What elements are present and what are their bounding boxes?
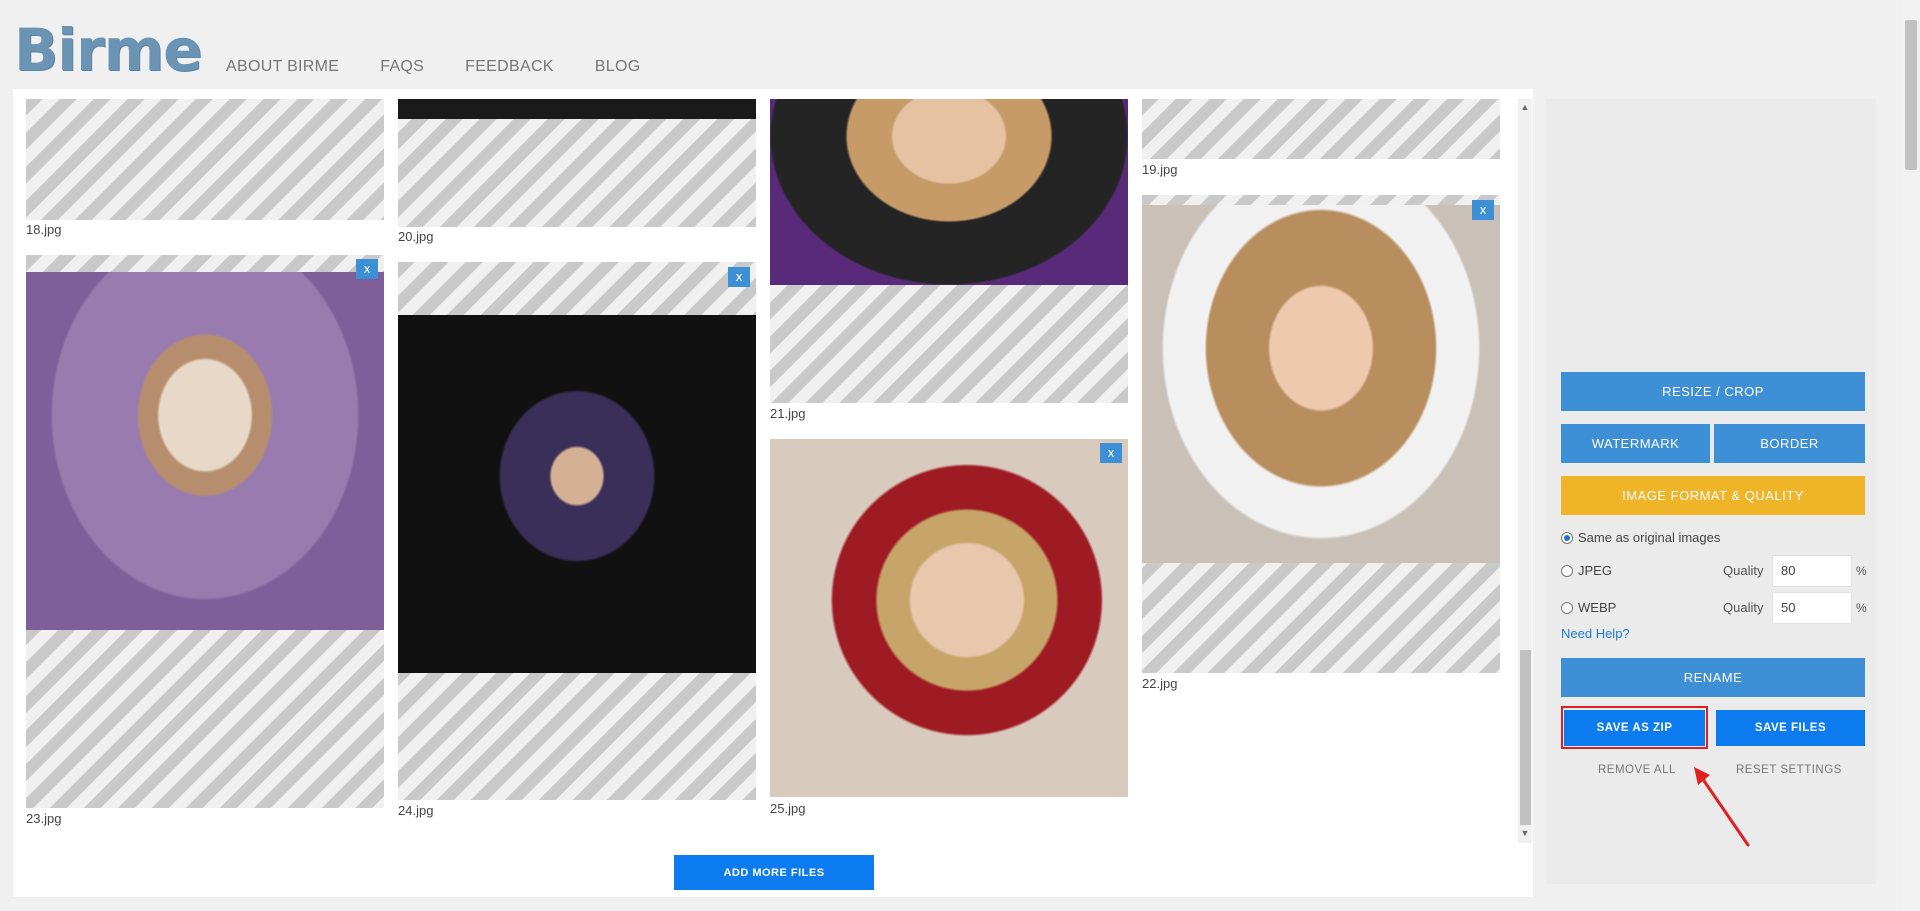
page-scrollbar-thumb[interactable] — [1905, 20, 1917, 170]
jpeg-percent-label: % — [1856, 564, 1867, 578]
image-tile-19 — [1142, 99, 1500, 159]
logo[interactable]: Birme — [14, 18, 202, 82]
webp-quality-label: Quality — [1723, 600, 1764, 615]
image-gallery: 18.jpg x 23.jpg 20.jpg x 24.jpg 21.jpg x… — [13, 89, 1523, 844]
file-name-18: 18.jpg — [26, 222, 62, 237]
nav-about[interactable]: ABOUT BIRME — [226, 58, 339, 76]
annotation-arrow-icon — [1694, 767, 1750, 847]
watermark-button[interactable]: WATERMARK — [1561, 424, 1710, 463]
remove-image-23-button[interactable]: x — [356, 259, 378, 279]
file-name-23: 23.jpg — [26, 811, 62, 826]
radio-webp[interactable] — [1561, 601, 1573, 614]
image-tile-22 — [1142, 195, 1500, 673]
option-jpeg-label: JPEG — [1578, 563, 1612, 578]
image-tile-23 — [26, 255, 384, 808]
image-format-quality-button[interactable]: IMAGE FORMAT & QUALITY — [1561, 476, 1865, 515]
header: Birme ABOUT BIRME FAQS FEEDBACK BLOG — [0, 0, 1900, 96]
image-tile-21 — [770, 99, 1128, 403]
image-preview-22 — [1142, 205, 1500, 563]
scroll-up-arrow-icon[interactable]: ▲ — [1518, 102, 1532, 112]
image-tile-25 — [770, 439, 1128, 797]
option-webp-label: WEBP — [1578, 600, 1617, 615]
option-same-label: Same as original images — [1578, 530, 1721, 545]
file-name-20: 20.jpg — [398, 229, 434, 244]
option-jpeg[interactable]: JPEG — [1561, 563, 1612, 578]
file-name-22: 22.jpg — [1142, 676, 1178, 691]
file-name-24: 24.jpg — [398, 803, 434, 818]
nav-blog[interactable]: BLOG — [595, 58, 641, 76]
image-preview-21 — [770, 99, 1128, 285]
remove-image-24-button[interactable]: x — [728, 267, 750, 287]
option-same-as-original[interactable]: Same as original images — [1561, 530, 1720, 545]
file-name-25: 25.jpg — [770, 801, 806, 816]
scroll-down-arrow-icon[interactable]: ▼ — [1518, 828, 1532, 838]
image-preview-24 — [398, 315, 756, 673]
remove-image-22-button[interactable]: x — [1472, 200, 1494, 220]
save-files-button[interactable]: SAVE FILES — [1716, 710, 1865, 746]
main-nav: ABOUT BIRME FAQS FEEDBACK BLOG — [226, 58, 681, 76]
remove-all-link[interactable]: REMOVE ALL — [1598, 764, 1676, 776]
image-preview-23 — [26, 272, 384, 630]
need-help-link[interactable]: Need Help? — [1561, 626, 1630, 641]
option-webp[interactable]: WEBP — [1561, 600, 1616, 615]
resize-crop-button[interactable]: RESIZE / CROP — [1561, 372, 1865, 411]
image-tile-18 — [26, 99, 384, 220]
image-tile-24 — [398, 262, 756, 800]
webp-quality-input[interactable]: 50 — [1772, 592, 1852, 624]
image-preview-20 — [398, 99, 756, 119]
radio-jpeg[interactable] — [1561, 564, 1573, 577]
nav-feedback[interactable]: FEEDBACK — [465, 58, 554, 76]
radio-same-as-original[interactable] — [1561, 531, 1573, 544]
file-name-21: 21.jpg — [770, 406, 806, 421]
border-button[interactable]: BORDER — [1714, 424, 1865, 463]
add-more-files-button[interactable]: ADD MORE FILES — [674, 855, 874, 890]
remove-image-25-button[interactable]: x — [1100, 443, 1122, 463]
highlight-box — [1561, 706, 1708, 749]
webp-percent-label: % — [1856, 601, 1867, 615]
gallery-scrollbar-thumb[interactable] — [1520, 650, 1531, 825]
rename-button[interactable]: RENAME — [1561, 658, 1865, 697]
image-tile-20 — [398, 99, 756, 227]
file-name-19: 19.jpg — [1142, 162, 1178, 177]
nav-faqs[interactable]: FAQS — [380, 58, 424, 76]
image-preview-25 — [770, 439, 1128, 797]
jpeg-quality-label: Quality — [1723, 563, 1764, 578]
jpeg-quality-input[interactable]: 80 — [1772, 555, 1852, 587]
